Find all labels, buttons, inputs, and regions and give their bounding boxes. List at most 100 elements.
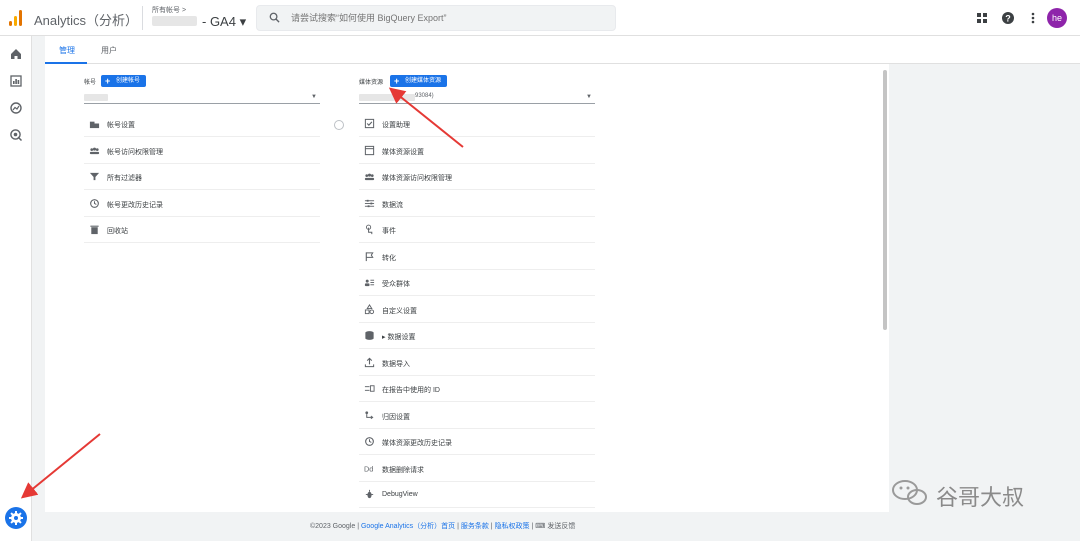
property-menu-item[interactable]: 数据流 [359,191,595,217]
redacted-account-value [84,94,108,101]
debug-icon [365,489,374,499]
property-menu-item[interactable]: 媒体资源更改历史记录 [359,429,595,455]
property-selector[interactable]: - GA4 ▾ [202,14,246,30]
left-nav-rail [0,36,32,541]
property-menu-item[interactable]: ▸ 数据设置 [359,323,595,349]
window-icon [364,145,375,155]
svg-text:Dd: Dd [364,464,373,473]
account-menu-item-label: 回收站 [107,228,128,235]
property-menu-item-label: 媒体资源访问权限管理 [382,175,452,182]
account-breadcrumb[interactable]: 所有帐号 > [152,5,186,15]
privacy-link[interactable]: 隐私权政策 [495,523,530,530]
search-input[interactable] [291,11,601,25]
checkbox-icon [364,118,375,129]
property-menu-item[interactable]: Dd 数据删除请求 [359,456,595,482]
property-menu-item-label: 自定义设置 [382,307,417,315]
plus-icon: + [105,76,111,86]
svg-text:?: ? [1005,14,1011,24]
property-menu-item-label: ▸ 数据设置 [382,334,416,341]
apps-grid-icon[interactable] [975,11,989,25]
property-menu-item-label: 受众群体 [382,281,410,288]
property-menu-item-label: 媒体资源更改历史记录 [382,440,452,447]
building-icon [89,121,100,129]
account-menu-item-label: 所有过滤器 [107,175,142,182]
account-menu-item[interactable]: 帐号设置 [84,111,320,137]
analytics-logo-icon[interactable] [9,10,23,26]
reports-icon[interactable] [9,74,23,88]
property-menu-item[interactable]: 数据导入 [359,350,595,376]
wechat-watermark: 谷哥大叔 [890,478,1024,511]
create-property-button[interactable]: + 创建媒体资源 [390,75,448,87]
property-menu-item[interactable]: 在报告中使用的 ID [359,376,595,402]
property-menu-item[interactable]: 自定义设置 [359,297,595,323]
plus-icon: + [394,76,400,86]
property-menu-item[interactable]: 设置助理 [359,111,595,137]
watermark-text: 谷哥大叔 [936,486,1025,511]
filter-icon [89,172,100,181]
account-menu-item[interactable]: 帐号更改历史记录 [84,191,320,217]
attribution-icon [365,410,374,419]
analytics-home-link[interactable]: Google Analytics（分析）首页 [361,523,455,530]
advertising-icon[interactable] [9,128,23,142]
user-avatar[interactable]: he [1047,8,1067,28]
scrollbar[interactable] [883,70,887,330]
admin-tabs: 管理 用户 [45,36,1080,64]
shapes-icon [364,303,375,314]
id-icon [364,385,375,392]
gear-icon [9,511,23,525]
dropdown-caret-icon: ▼ [586,94,592,100]
people-icon [364,173,375,181]
tab-users[interactable]: 用户 [101,45,117,56]
property-id-suffix: 93084) [415,93,434,99]
history-icon [90,198,99,208]
wechat-icon [892,480,927,505]
property-menu-item-label: 数据删除请求 [382,466,424,474]
account-menu-item-label: 帐号更改历史记录 [107,201,163,209]
property-menu-item-label: 事件 [382,228,396,235]
property-menu-item[interactable]: 事件 [359,217,595,243]
property-menu-item-label: 数据导入 [382,360,410,368]
search-box[interactable] [256,5,616,31]
home-icon[interactable] [9,47,23,61]
account-menu-item[interactable]: 所有过滤器 [84,164,320,190]
account-menu-item[interactable]: 帐号访问权限管理 [84,138,320,164]
property-column-label: 媒体资源 [359,80,384,86]
property-menu-item[interactable]: 媒体资源设置 [359,138,595,164]
property-menu-item-label: DebugView [382,491,418,498]
redacted-account-name [152,16,197,26]
property-menu-item-label: 媒体资源设置 [382,148,424,156]
tab-admin[interactable]: 管理 [59,45,75,56]
property-menu-item[interactable]: DebugView [359,482,595,508]
property-menu-item[interactable]: 媒体资源访问权限管理 [359,164,595,190]
flag-icon [365,251,374,261]
admin-settings-button[interactable] [5,507,27,529]
terms-link[interactable]: 服务条款 [461,523,489,530]
database-icon [365,331,374,340]
create-account-button[interactable]: + 创建帐号 [101,75,147,87]
property-menu-item[interactable]: 转化 [359,244,595,270]
account-menu-item[interactable]: 回收站 [84,217,320,243]
property-menu-item-label: 转化 [382,254,396,262]
explore-icon[interactable] [9,101,23,115]
dropdown-caret-icon: ▼ [311,94,317,100]
account-select[interactable]: ▼ [84,92,320,104]
send-feedback-link[interactable]: 发送反馈 [547,523,575,530]
top-bar: Analytics（分析） 所有帐号 > - GA4 ▾ ? he [0,0,1080,36]
help-icon[interactable]: ? [1001,11,1015,25]
touch-icon [366,224,373,235]
property-menu-item-label: 在报告中使用的 ID [382,387,440,394]
upload-icon [364,357,375,367]
search-icon [269,12,280,23]
property-select[interactable]: 93084) ▼ [359,92,595,104]
property-menu-item[interactable]: 受众群体 [359,270,595,296]
property-menu-item[interactable]: 归因设置 [359,403,595,429]
more-vert-icon[interactable] [1026,11,1040,25]
redacted-property-value [359,94,415,101]
feedback-icon: ⌨ [535,523,548,530]
app-title: Analytics（分析） [34,13,139,28]
account-column-label: 帐号 [84,80,97,86]
property-menu-item-label: 数据流 [382,201,403,209]
streams-icon [364,199,375,207]
property-menu-item-label: 归因设置 [382,413,410,421]
account-menu-item-label: 帐号设置 [107,122,135,129]
